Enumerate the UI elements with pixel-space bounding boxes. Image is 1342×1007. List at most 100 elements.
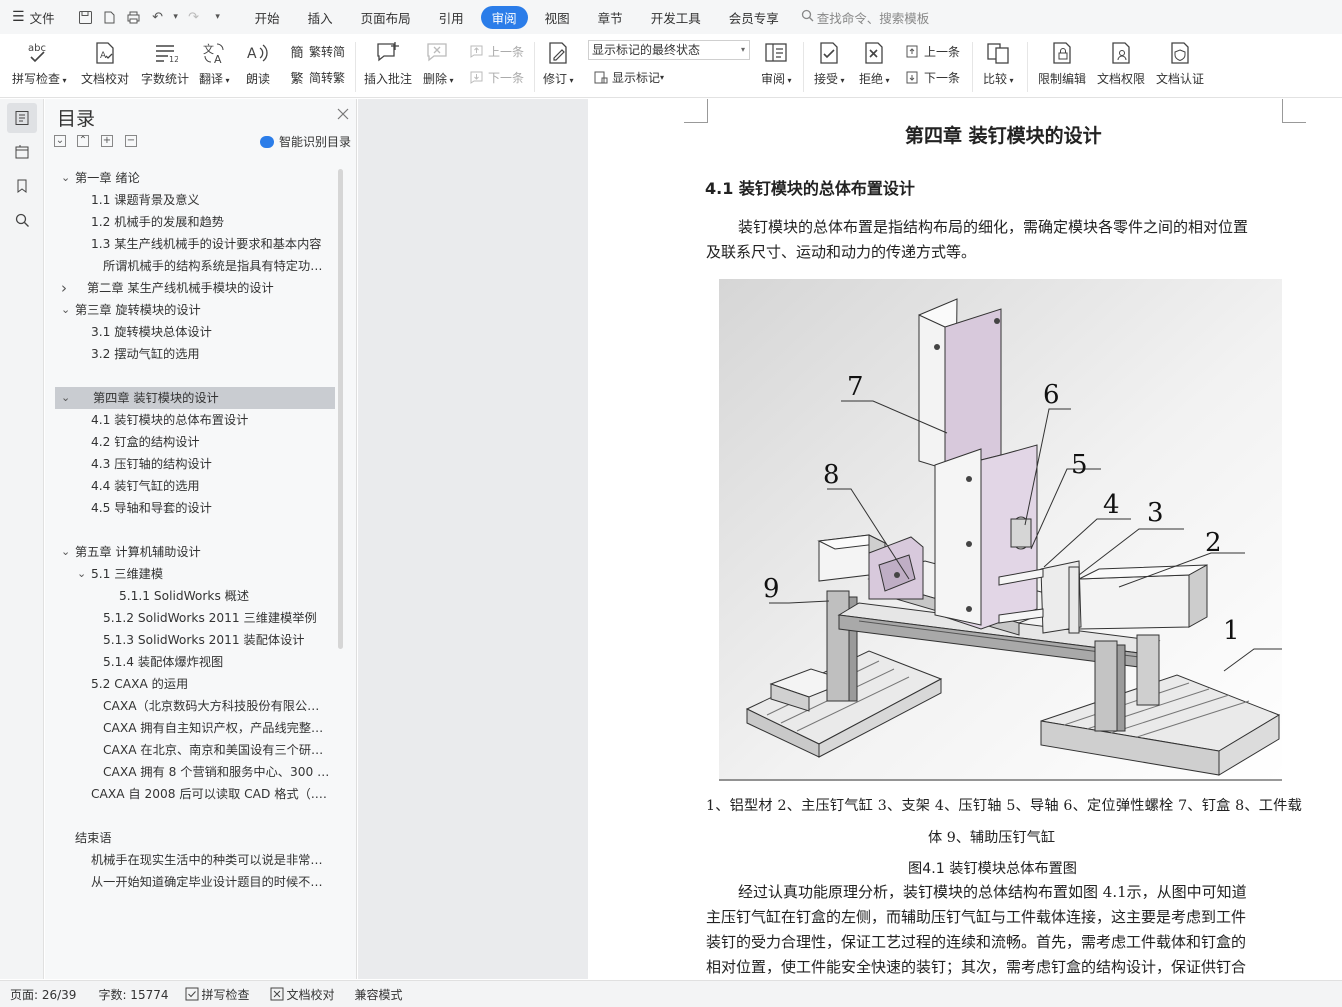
toc-item[interactable]: 3.1 旋转模块总体设计 xyxy=(91,321,331,343)
toc-item[interactable]: CAXA 拥有自主知识产权，产品线完整，涵盖 xyxy=(103,717,331,739)
chevron-down-icon[interactable]: ⌄ xyxy=(61,167,70,189)
document-page[interactable]: 第四章 装钉模块的设计 4.1 装钉模块的总体布置设计 装钉模块的总体布置是指结… xyxy=(588,99,1342,979)
toc-item[interactable]: 5.2 CAXA 的运用 xyxy=(91,673,331,695)
toc-item[interactable] xyxy=(91,805,331,827)
status-spell-check[interactable]: 拼写检查 xyxy=(185,986,250,1003)
toc-item[interactable]: 4.2 钉盒的结构设计 xyxy=(91,431,331,453)
toc-item[interactable]: 1.2 机械手的发展和趋势 xyxy=(91,211,331,233)
toc-nav-icon[interactable] xyxy=(7,103,37,133)
toc-item[interactable]: 3.2 摆动气缸的选用 xyxy=(91,343,331,365)
redo-icon[interactable]: ↷ xyxy=(183,6,205,28)
insert-comment-button[interactable]: 插入批注 xyxy=(364,38,412,87)
find-icon[interactable] xyxy=(7,205,37,235)
toc-item[interactable]: 机械手在现实生活中的种类可以说是非常多的 xyxy=(91,849,331,871)
read-aloud-button[interactable]: A 朗读 xyxy=(244,38,272,87)
prev-change-button[interactable]: 上一条 xyxy=(903,42,960,60)
smart-toc-button[interactable]: 智能识别目录 xyxy=(260,133,351,150)
prev-comment-button[interactable]: 上一条 xyxy=(467,42,524,60)
toc-item[interactable] xyxy=(91,365,331,387)
next-change-button[interactable]: 下一条 xyxy=(903,68,960,86)
toc-item[interactable]: 第五章 计算机辅助设计 xyxy=(75,541,331,563)
restrict-edit-button[interactable]: 限制编辑 xyxy=(1038,38,1086,87)
word-count-indicator[interactable]: 字数: 15774 xyxy=(98,986,168,1003)
toc-item[interactable]: 第二章 某生产线机械手模块的设计 xyxy=(87,277,331,299)
tab-page-layout[interactable]: 页面布局 xyxy=(350,6,422,29)
bookmark-icon[interactable] xyxy=(7,171,37,201)
paragraph-2-line-3: 装钉的受力合理性，保证工艺过程的连续和流畅。首先，需考虑工件载体和钉盒的 xyxy=(706,933,1247,951)
doc-permission-button[interactable]: 文档权限 xyxy=(1097,38,1145,87)
status-spell-check-label: 拼写检查 xyxy=(201,987,250,1002)
next-comment-button[interactable]: 下一条 xyxy=(467,68,524,86)
toc-item[interactable]: 4.3 压钉轴的结构设计 xyxy=(91,453,331,475)
toc-item[interactable]: CAXA（北京数码大方科技股份有限公司）是 xyxy=(103,695,331,717)
expand-up-icon[interactable]: ⌃ xyxy=(77,135,89,147)
revise-button[interactable]: 修订 ▾ xyxy=(543,38,574,87)
chevron-down-icon[interactable]: ⌄ xyxy=(77,563,86,585)
compare-button[interactable]: 比较 ▾ xyxy=(983,38,1014,87)
trad-to-simp-icon: 簡 xyxy=(290,45,304,61)
toc-item[interactable]: 4.4 装钉气缸的选用 xyxy=(91,475,331,497)
customize-dropdown-icon[interactable]: ▾ xyxy=(207,6,229,28)
undo-icon[interactable]: ↶ xyxy=(147,6,169,28)
chevron-down-icon[interactable]: ⌄ xyxy=(61,387,70,409)
markup-state-select[interactable]: 显示标记的最终状态 ▾ xyxy=(588,40,750,60)
close-icon[interactable] xyxy=(336,107,350,121)
chapter-nav-icon[interactable] xyxy=(7,137,37,167)
toc-item[interactable]: 1.1 课题背景及意义 xyxy=(91,189,331,211)
tab-references[interactable]: 引用 xyxy=(428,6,475,29)
doc-proof-button[interactable]: A 文档校对 xyxy=(81,38,129,87)
tab-insert[interactable]: 插入 xyxy=(297,6,344,29)
command-search[interactable]: 查找命令、搜索模板 xyxy=(801,8,929,27)
toc-item[interactable]: 4.1 装钉模块的总体布置设计 xyxy=(91,409,331,431)
review-pane-button[interactable]: 审阅 ▾ xyxy=(761,38,792,87)
word-count-button[interactable]: 12 字数统计 xyxy=(141,38,189,87)
toc-item[interactable]: CAXA 拥有 8 个营销和服务中心、300 多家 xyxy=(103,761,331,783)
file-menu[interactable]: ☰ 文件 xyxy=(0,0,61,34)
add-heading-icon[interactable]: + xyxy=(101,135,113,147)
toc-item[interactable]: 5.1.2 SolidWorks 2011 三维建模举例 xyxy=(103,607,331,629)
accept-button[interactable]: 接受 ▾ xyxy=(814,38,845,87)
toc-item[interactable]: 第三章 旋转模块的设计 xyxy=(75,299,331,321)
toc-scrollbar[interactable] xyxy=(338,169,343,649)
toc-item[interactable]: 第一章 绪论 xyxy=(75,167,331,189)
tab-member[interactable]: 会员专享 xyxy=(718,6,790,29)
doc-cert-button[interactable]: 文档认证 xyxy=(1156,38,1204,87)
toc-item[interactable]: 4.5 导轴和导套的设计 xyxy=(91,497,331,519)
tab-view[interactable]: 视图 xyxy=(534,6,581,29)
toc-item[interactable]: 从一开始知道确定毕业设计题目的时候不知道 xyxy=(91,871,331,893)
tab-home[interactable]: 开始 xyxy=(244,6,291,29)
simp-to-trad-button[interactable]: 繁 简转繁 xyxy=(288,68,345,87)
toc-item[interactable]: 结束语 xyxy=(75,827,331,849)
tab-review[interactable]: 审阅 xyxy=(480,5,528,29)
page-indicator[interactable]: 页面: 26/39 xyxy=(10,986,76,1003)
undo-dropdown-icon[interactable]: ▾ xyxy=(171,6,181,28)
status-bar: 页面: 26/39 字数: 15774 拼写检查 文档校对 兼容模式 xyxy=(0,980,1342,1007)
reject-button[interactable]: 拒绝 ▾ xyxy=(859,38,890,87)
toc-item[interactable]: 1.3 某生产线机械手的设计要求和基本内容 xyxy=(91,233,331,255)
toc-item[interactable]: CAXA 在北京、南京和美国设有三个研发中心 xyxy=(103,739,331,761)
collapse-all-icon[interactable]: ⌄ xyxy=(54,135,66,147)
toc-item[interactable]: 5.1.3 SolidWorks 2011 装配体设计 xyxy=(103,629,331,651)
toc-item[interactable]: 5.1 三维建模 xyxy=(91,563,331,585)
toc-item[interactable]: 5.1.1 SolidWorks 概述 xyxy=(119,585,331,607)
delete-comment-button[interactable]: 删除 ▾ xyxy=(423,38,454,87)
tab-section[interactable]: 章节 xyxy=(587,6,634,29)
toc-item[interactable]: 5.1.4 装配体爆炸视图 xyxy=(103,651,331,673)
chevron-down-icon[interactable]: ⌄ xyxy=(61,299,70,321)
chevron-right-icon[interactable]: › xyxy=(61,277,67,299)
toc-item[interactable]: 所谓机械手的结构系统是指具有特定功能的 xyxy=(103,255,331,277)
trad-to-simp-button[interactable]: 簡 繁转简 xyxy=(288,42,345,61)
save-icon[interactable] xyxy=(75,6,97,28)
output-icon[interactable] xyxy=(99,6,121,28)
remove-heading-icon[interactable]: − xyxy=(125,135,137,147)
chevron-down-icon[interactable]: ⌄ xyxy=(61,541,70,563)
status-doc-proof[interactable]: 文档校对 xyxy=(270,986,335,1003)
show-markup-button[interactable]: 显示标记 ▾ xyxy=(591,68,664,86)
toc-item[interactable] xyxy=(91,519,331,541)
print-icon[interactable] xyxy=(123,6,145,28)
toc-item[interactable]: 第四章 装钉模块的设计 xyxy=(93,387,331,409)
translate-button[interactable]: 文A 翻译 ▾ xyxy=(199,38,230,87)
spell-check-button[interactable]: abc 拼写检查 ▾ xyxy=(12,38,67,87)
tab-developer[interactable]: 开发工具 xyxy=(640,6,712,29)
toc-item[interactable]: CAXA 自 2008 后可以读取 CAD 格式（.dwg） xyxy=(91,783,331,805)
